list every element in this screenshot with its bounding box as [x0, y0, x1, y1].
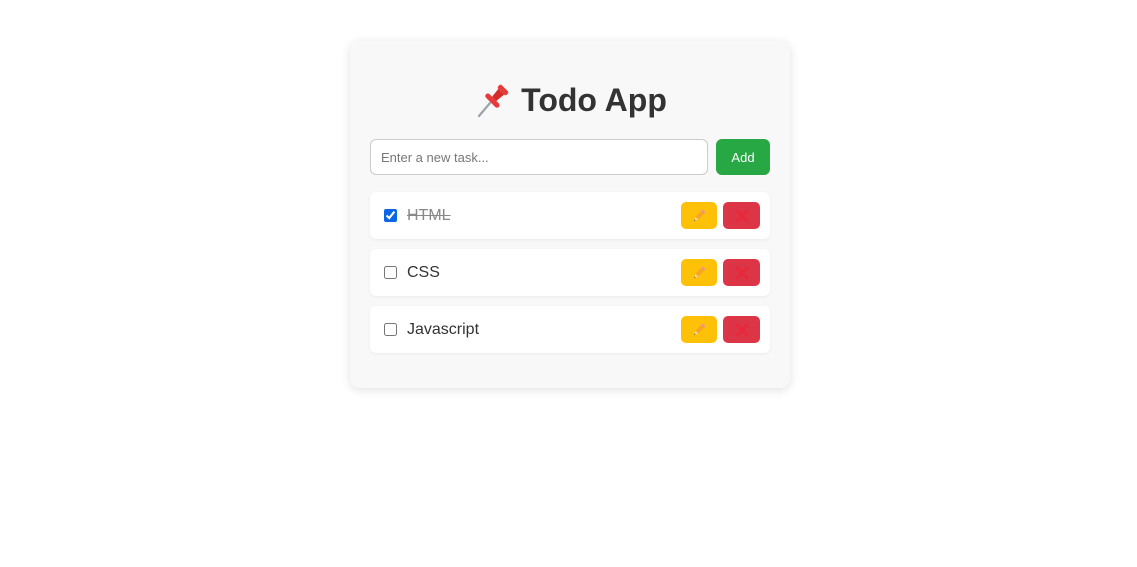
cross-icon [735, 323, 748, 336]
pushpin-icon [473, 80, 513, 120]
task-checkbox[interactable] [384, 266, 397, 279]
page-title: Todo App [521, 82, 667, 118]
delete-button[interactable] [723, 259, 760, 286]
task-label: Javascript [407, 320, 480, 338]
todo-card: Todo App Add HTML [350, 41, 790, 388]
header: Todo App [370, 80, 770, 120]
new-task-input[interactable] [370, 139, 708, 175]
edit-button[interactable] [681, 259, 717, 286]
task-list: HTML CSS Javascript [370, 192, 770, 353]
task-label: HTML [407, 206, 451, 224]
task-checkbox[interactable] [384, 323, 397, 336]
edit-button[interactable] [681, 202, 717, 229]
pencil-icon [694, 266, 706, 278]
pencil-icon [694, 323, 706, 335]
edit-button[interactable] [681, 316, 717, 343]
task-item: HTML [370, 192, 770, 239]
add-button[interactable]: Add [716, 139, 770, 175]
pencil-icon [694, 209, 706, 221]
delete-button[interactable] [723, 316, 760, 343]
task-label: CSS [407, 263, 440, 281]
add-task-row: Add [370, 139, 770, 175]
delete-button[interactable] [723, 202, 760, 229]
task-item: CSS [370, 249, 770, 296]
cross-icon [735, 266, 748, 279]
task-checkbox[interactable] [384, 209, 397, 222]
task-item: Javascript [370, 306, 770, 353]
cross-icon [735, 209, 748, 222]
